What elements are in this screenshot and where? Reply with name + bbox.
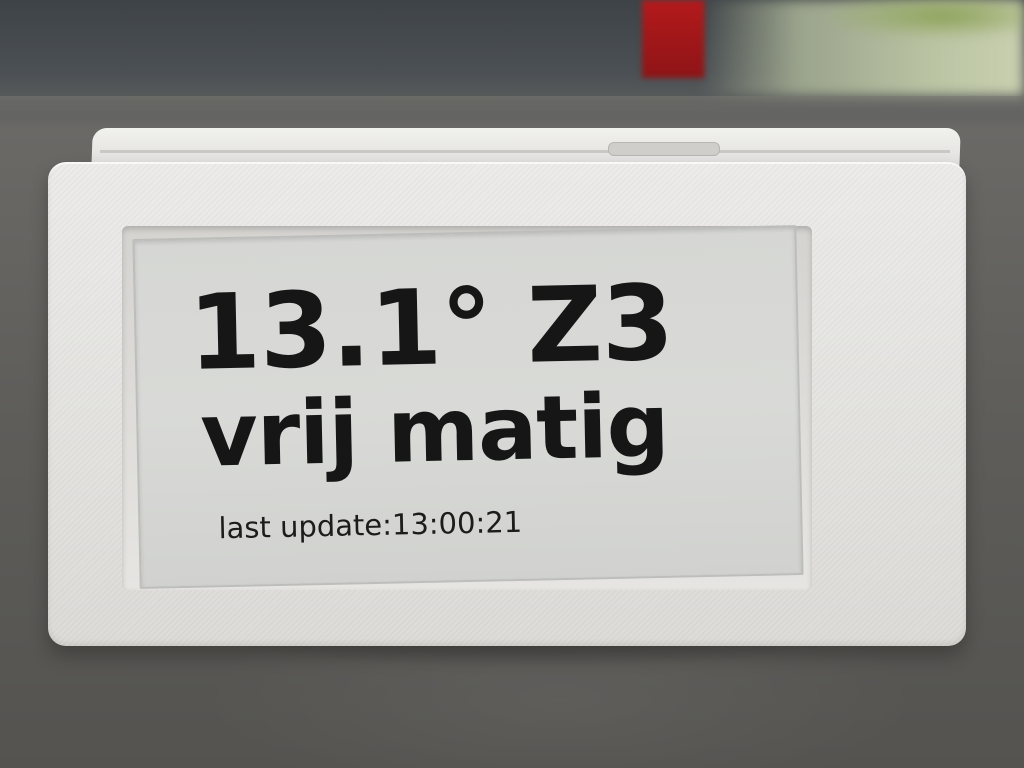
background-plant (820, 0, 1024, 40)
last-update-time: 13:00:21 (391, 504, 523, 542)
wind-description: vrij matig (199, 373, 670, 487)
wind-force-value: Z3 (525, 261, 675, 387)
temperature-value: 13.1° (187, 265, 494, 394)
background-red-object (642, 0, 704, 78)
last-update-label: last update: (218, 507, 393, 546)
last-update-line: last update:13:00:21 (218, 505, 522, 545)
table-edge (0, 96, 1024, 118)
case-seam (100, 150, 950, 153)
usb-port (608, 142, 720, 156)
epaper-display: 13.1° Z3 vrij matig last update:13:00:21 (132, 225, 804, 589)
temperature-wind-line: 13.1° Z3 (187, 262, 674, 394)
